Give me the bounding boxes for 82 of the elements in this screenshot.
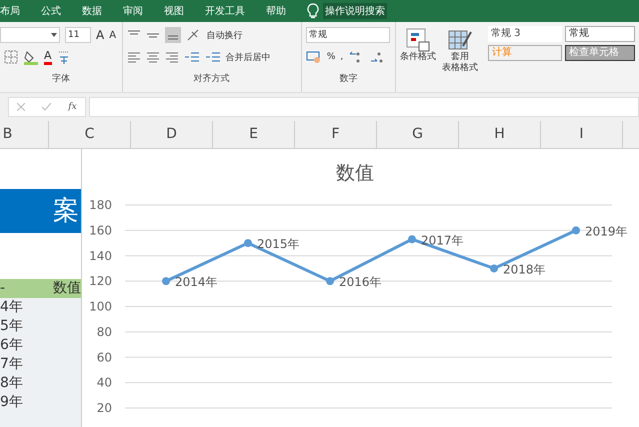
cell-style-option[interactable]: 常规 3	[488, 26, 562, 42]
decrease-indent-icon[interactable]	[184, 51, 200, 63]
percent-button[interactable]: %	[326, 52, 336, 62]
decrease-decimal-icon[interactable]	[369, 50, 386, 64]
insert-function-button[interactable]: fx	[68, 102, 77, 112]
column-header[interactable]: D	[131, 121, 213, 148]
column-header[interactable]: I	[541, 121, 623, 148]
axis-tick-label: 40	[96, 376, 112, 390]
fill-color-icon[interactable]	[23, 49, 39, 65]
conditional-format-icon	[406, 28, 430, 52]
table-cell-text: 6年	[0, 336, 24, 355]
table-header: -	[0, 279, 6, 298]
column-header[interactable]: G	[377, 121, 459, 148]
column-header[interactable]: B	[0, 121, 49, 148]
formula-input[interactable]	[89, 97, 639, 117]
table-header: 数值	[53, 279, 81, 298]
data-point	[572, 226, 580, 234]
tell-me-search[interactable]: 操作说明搜索	[323, 3, 387, 19]
menu-tab[interactable]: 数据	[82, 4, 111, 18]
font-color-button[interactable]: A	[44, 50, 52, 64]
menu-tab[interactable]: 视图	[164, 4, 193, 18]
dropdown-icon	[51, 33, 57, 37]
data-point	[162, 277, 170, 286]
data-point	[490, 264, 498, 272]
data-label: 2018年	[503, 262, 546, 276]
increase-indent-icon[interactable]	[204, 51, 221, 63]
axis-tick-label: 120	[89, 274, 112, 288]
data-label: 2019年	[585, 224, 628, 238]
align-bottom-icon[interactable]	[164, 27, 181, 43]
data-label: 2016年	[339, 275, 382, 290]
chart-title: 数值	[336, 162, 374, 184]
menu-tab[interactable]: 开发工具	[205, 4, 254, 18]
axis-tick-label: 100	[89, 300, 112, 314]
data-label: 2017年	[421, 233, 464, 248]
table-cell-text: 9年	[0, 393, 24, 412]
axis-tick-label: 60	[96, 350, 112, 364]
table-cell-text: 5年	[0, 317, 24, 336]
table-cell-text: 8年	[0, 374, 24, 393]
currency-icon[interactable]	[306, 50, 322, 64]
column-header[interactable]: F	[295, 121, 377, 148]
font-size-field[interactable]: 11	[65, 27, 91, 43]
check-icon[interactable]	[42, 103, 52, 111]
align-right-icon[interactable]	[164, 51, 179, 63]
table-cell-text: 7年	[0, 355, 24, 374]
column-header[interactable]: H	[459, 121, 541, 148]
cell-style-option[interactable]: 常规	[565, 26, 635, 42]
comma-button[interactable]: ,	[340, 52, 344, 62]
grow-font-button[interactable]: A	[96, 28, 104, 42]
menu-tab[interactable]: 帮助	[266, 4, 295, 18]
title-banner: 案	[0, 189, 81, 233]
group-label: 对齐方式	[192, 72, 231, 85]
axis-tick-label: 80	[96, 324, 112, 339]
menu-tab[interactable]: 布局	[0, 4, 29, 18]
data-point	[408, 235, 416, 244]
wrap-text-button[interactable]: 自动换行	[206, 28, 243, 42]
lightbulb-icon	[307, 3, 319, 19]
shrink-font-button[interactable]: A	[109, 30, 116, 40]
table-style-icon	[448, 28, 472, 52]
phonetic-icon[interactable]	[56, 49, 71, 65]
borders-icon[interactable]	[4, 50, 18, 64]
group-label: 字体	[50, 72, 71, 85]
align-center-icon[interactable]	[146, 51, 160, 63]
column-header[interactable]: C	[49, 121, 131, 148]
axis-tick-label: 20	[96, 401, 112, 415]
axis-tick-label: 140	[89, 248, 112, 263]
merge-center-button[interactable]: 合并后居中	[226, 50, 271, 64]
font-name-field[interactable]	[0, 27, 60, 43]
conditional-format-button[interactable]: 条件格式	[400, 26, 436, 63]
data-label: 2015年	[257, 237, 300, 252]
data-label: 2014年	[175, 275, 218, 290]
data-point	[244, 239, 252, 248]
format-as-table-button[interactable]: 套用 表格格式	[442, 26, 478, 74]
data-point	[326, 277, 334, 286]
menu-tab[interactable]: 审阅	[123, 4, 152, 18]
number-format-field[interactable]: 常规	[306, 27, 390, 43]
axis-tick-label: 160	[89, 223, 112, 238]
table-cell-text: 4年	[0, 298, 24, 317]
menu-tab[interactable]: 公式	[41, 4, 70, 18]
align-left-icon[interactable]	[126, 51, 141, 63]
group-label: 数字	[338, 72, 358, 85]
column-header[interactable]: E	[213, 121, 295, 148]
axis-tick-label: 180	[89, 198, 112, 212]
